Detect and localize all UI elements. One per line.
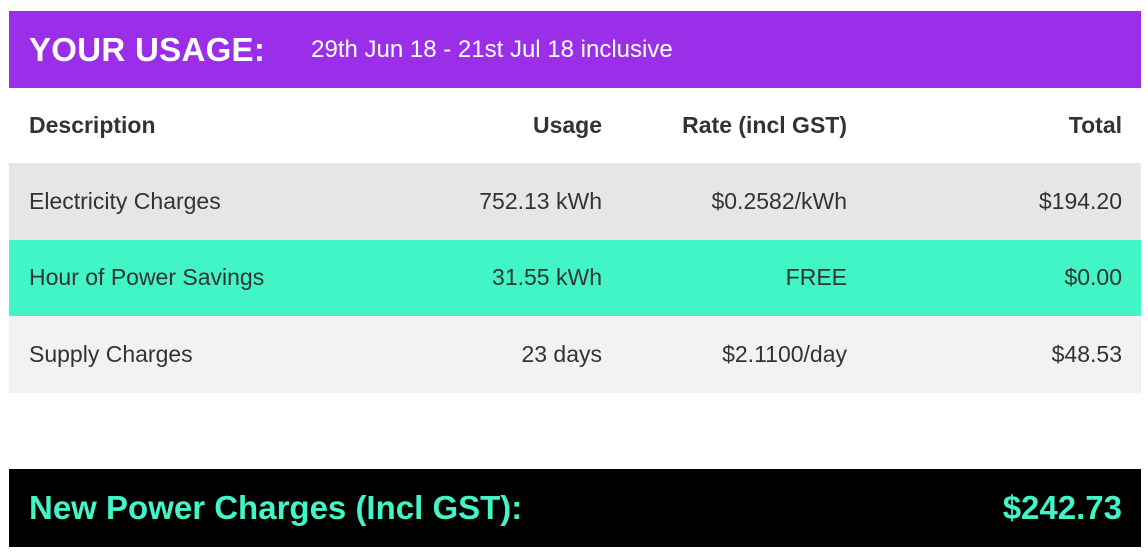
row-usage: 752.13 kWh xyxy=(479,187,602,214)
table-row-electricity-charges: Electricity Charges 752.13 kWh $0.2582/k… xyxy=(9,163,1141,240)
billing-period: 29th Jun 18 - 21st Jul 18 inclusive xyxy=(311,35,673,63)
total-charges-label: New Power Charges (Incl GST): xyxy=(29,489,523,526)
usage-summary: YOUR USAGE: 29th Jun 18 - 21st Jul 18 in… xyxy=(0,0,1148,555)
column-header-usage: Usage xyxy=(532,112,602,138)
total-charges-bar: New Power Charges (Incl GST): $242.73 xyxy=(9,469,1141,547)
table-header-row: Description Usage Rate (incl GST) Total xyxy=(9,88,1141,163)
table-row-hour-of-power-savings: Hour of Power Savings 31.55 kWh FREE $0.… xyxy=(9,239,1141,316)
row-total: $194.20 xyxy=(1038,187,1122,214)
row-description: Electricity Charges xyxy=(29,187,221,214)
usage-table: Description Usage Rate (incl GST) Total … xyxy=(9,88,1141,393)
table-row-supply-charges: Supply Charges 23 days $2.1100/day $48.5… xyxy=(9,316,1141,393)
total-charges-amount: $242.73 xyxy=(1002,489,1122,526)
usage-title: YOUR USAGE: xyxy=(29,30,266,68)
row-total: $48.53 xyxy=(1051,340,1122,367)
column-header-rate: Rate (incl GST) xyxy=(682,112,847,138)
row-usage: 31.55 kWh xyxy=(492,264,602,291)
row-total: $0.00 xyxy=(1064,264,1122,291)
row-description: Supply Charges xyxy=(29,340,193,367)
column-header-description: Description xyxy=(29,112,156,138)
row-rate: FREE xyxy=(785,264,847,291)
row-usage: 23 days xyxy=(521,340,602,367)
row-rate: $0.2582/kWh xyxy=(711,187,847,214)
row-description: Hour of Power Savings xyxy=(29,264,265,291)
row-rate: $2.1100/day xyxy=(722,340,847,367)
usage-header: YOUR USAGE: 29th Jun 18 - 21st Jul 18 in… xyxy=(9,11,1141,88)
column-header-total: Total xyxy=(1068,112,1122,138)
